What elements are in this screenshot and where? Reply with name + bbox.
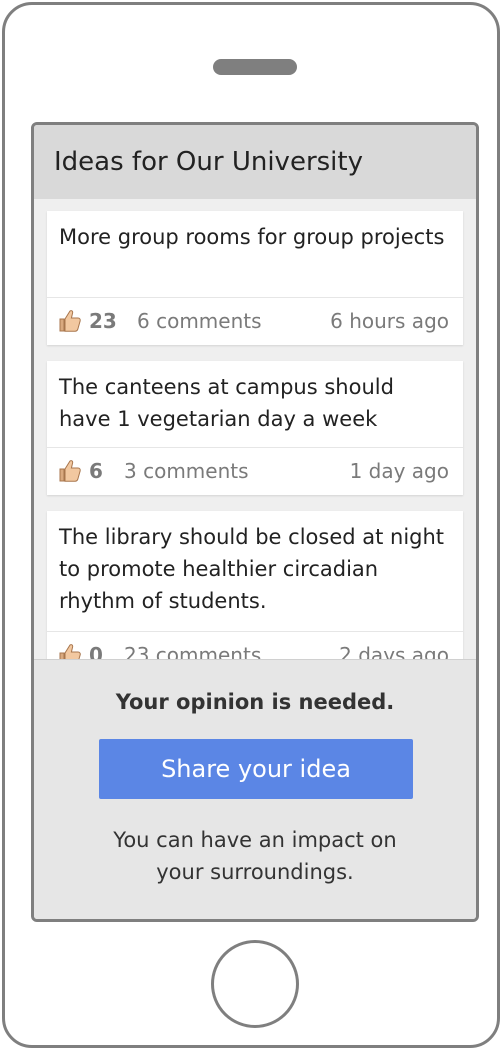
post-time: 1 day ago [349, 459, 449, 483]
idea-feed[interactable]: More group rooms for group projects 23 6… [34, 199, 476, 659]
app-header: Ideas for Our University [34, 125, 476, 199]
share-idea-panel: Your opinion is needed. Share your idea … [34, 659, 476, 919]
comment-count[interactable]: 23 comments [124, 643, 261, 659]
idea-card[interactable]: The canteens at campus should have 1 veg… [47, 361, 463, 495]
like-count: 23 [89, 309, 117, 333]
app-title: Ideas for Our University [54, 147, 363, 177]
idea-title: The library should be closed at night to… [59, 525, 445, 613]
speaker-grille [213, 59, 297, 75]
app-screen: Ideas for Our University More group room… [31, 122, 479, 922]
idea-card[interactable]: More group rooms for group projects 23 6… [47, 211, 463, 345]
share-idea-button[interactable]: Share your idea [99, 739, 413, 799]
cta-heading: Your opinion is needed. [115, 690, 395, 714]
idea-footer: 0 23 comments 2 days ago [47, 631, 463, 659]
post-time: 6 hours ago [330, 309, 449, 333]
idea-title: The canteens at campus should have 1 veg… [59, 375, 394, 431]
comment-count[interactable]: 6 comments [137, 309, 262, 333]
like-count: 6 [89, 459, 103, 483]
thumbs-up-icon[interactable] [57, 642, 83, 659]
thumbs-up-icon[interactable] [57, 308, 83, 334]
comment-count[interactable]: 3 comments [124, 459, 249, 483]
idea-footer: 23 6 comments 6 hours ago [47, 297, 463, 344]
like-count: 0 [89, 643, 103, 659]
phone-frame: Ideas for Our University More group room… [2, 2, 500, 1048]
idea-card[interactable]: The library should be closed at night to… [47, 511, 463, 659]
home-button[interactable] [211, 940, 299, 1028]
idea-footer: 6 3 comments 1 day ago [47, 447, 463, 494]
idea-title: More group rooms for group projects [59, 225, 445, 249]
post-time: 2 days ago [339, 643, 449, 659]
cta-subtext: You can have an impact on your surroundi… [113, 828, 397, 884]
thumbs-up-icon[interactable] [57, 458, 83, 484]
